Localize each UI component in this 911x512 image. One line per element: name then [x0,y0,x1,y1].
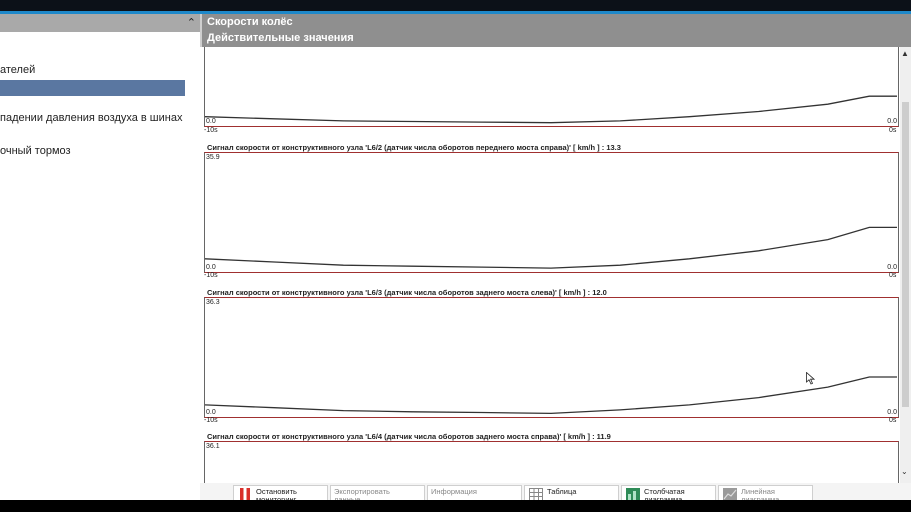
graph-title: Сигнал скорости от конструктивного узла … [207,432,611,441]
scroll-up-icon[interactable]: ▲ [901,49,909,58]
graph-line-0 [205,95,897,124]
graph-y-max: 36.1 [206,443,220,450]
graph-title: Сигнал скорости от конструктивного узла … [207,288,607,297]
main-content: Скорости колёс Действительные значения 0… [200,14,911,500]
vertical-scrollbar[interactable]: ▲ ⌄ [900,47,911,500]
speed-series-line [205,376,897,415]
graph-y-max: 36.3 [206,299,220,306]
left-navigation-panel: ⌃ ателей падении давления воздуха в шина… [0,14,200,500]
graph-x-left: -10s [204,127,218,134]
graph-y-min-right: 0.0 [887,264,897,271]
graph-title: Сигнал скорости от конструктивного узла … [207,143,621,152]
menu-item-tire-pressure-drop[interactable]: падении давления воздуха в шинах [0,112,182,124]
graph-box: 36.3 0.0 0.0 [204,297,899,418]
speed-series-line [205,226,897,269]
collapse-chevron-icon[interactable]: ⌃ [187,16,196,29]
menu-item-ateley[interactable]: ателей [0,64,35,76]
speed-series-line [205,95,897,124]
graph-y-min-right: 0.0 [887,409,897,416]
information-label: Информация [431,487,477,496]
graph-x-left: -10s [204,272,218,279]
graphs-area: 0.0 0.0 -10s 0s Сигнал скорости от конст… [200,14,900,500]
graph-line-1 [205,226,897,269]
graph-y-min-left: 0.0 [206,409,216,416]
scroll-thumb[interactable] [902,102,909,407]
menu-item-selected[interactable] [0,80,185,96]
left-panel-header: ⌃ [0,14,200,32]
graph-y-min-left: 0.0 [206,118,216,125]
bottom-toolbar: Остановить мониторинг Экспортировать дан… [200,483,911,502]
graph-x-right: 0s [889,417,897,424]
graph-y-min-left: 0.0 [206,264,216,271]
scroll-down-icon[interactable]: ⌄ [901,467,908,476]
graph-box: 35.9 0.0 0.0 [204,152,899,273]
graph-x-right: 0s [889,127,897,134]
graph-x-left: -10s [204,417,218,424]
graph-line-2 [205,376,897,415]
table-label: Таблица [547,487,577,496]
menu-item-brake[interactable]: очный тормоз [0,145,71,157]
graph-y-min-right: 0.0 [887,118,897,125]
mouse-cursor-icon [806,372,815,385]
graph-y-max: 35.9 [206,154,220,161]
bottom-black-bar [0,500,911,512]
graph-box: 0.0 0.0 [204,47,899,127]
graph-x-right: 0s [889,272,897,279]
